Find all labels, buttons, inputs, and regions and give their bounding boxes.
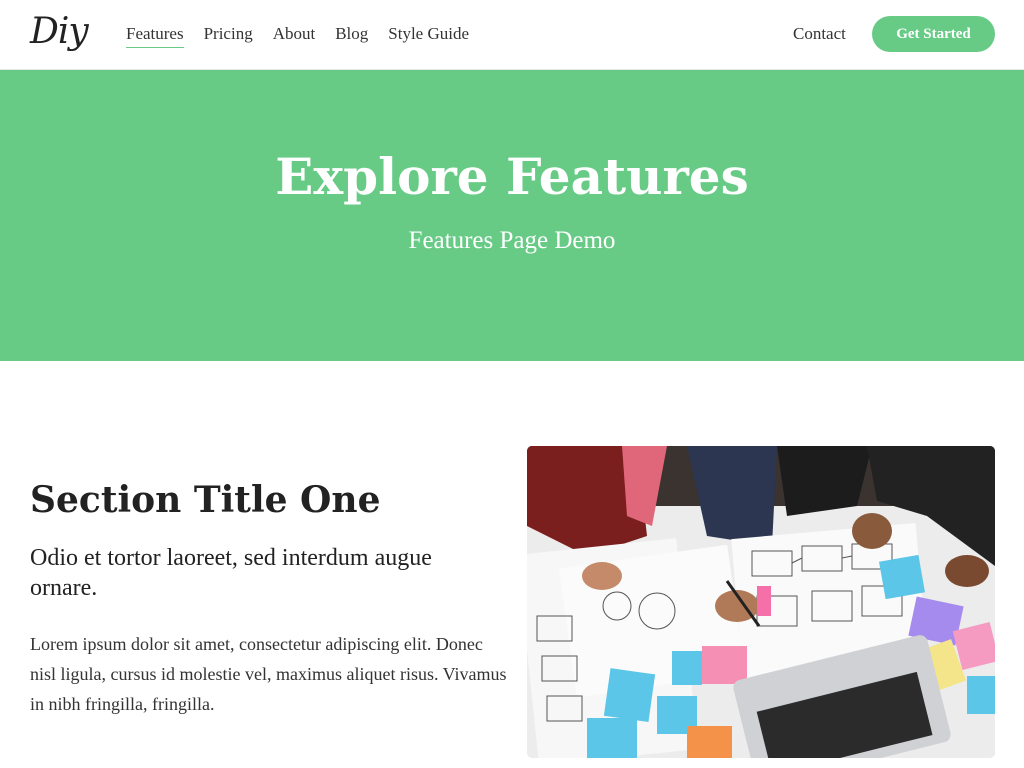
nav-links: Features Pricing About Blog Style Guide <box>126 22 489 48</box>
section-body: Lorem ipsum dolor sit amet, consectetur … <box>30 634 507 714</box>
nav-link-about[interactable]: About <box>273 22 316 46</box>
section-lead: Odio et tortor laoreet, sed interdum aug… <box>30 545 432 601</box>
nav-link-blog[interactable]: Blog <box>335 22 368 46</box>
photo-illustration <box>527 446 995 758</box>
nav-link-style-guide[interactable]: Style Guide <box>388 22 469 46</box>
hero-banner: Explore Features Features Page Demo <box>0 70 1024 361</box>
hero-subtitle: Features Page Demo <box>408 227 616 254</box>
site-logo[interactable]: Diy <box>30 8 89 56</box>
hero-title: Explore Features <box>275 147 749 206</box>
section-title: Section Title One <box>30 479 381 521</box>
nav-link-contact[interactable]: Contact <box>793 22 846 46</box>
get-started-button[interactable]: Get Started <box>872 16 995 52</box>
nav-link-features[interactable]: Features <box>126 22 184 48</box>
nav-link-pricing[interactable]: Pricing <box>204 22 253 46</box>
navbar: Diy Features Pricing About Blog Style Gu… <box>0 0 1024 70</box>
team-planning-photo <box>527 446 995 758</box>
